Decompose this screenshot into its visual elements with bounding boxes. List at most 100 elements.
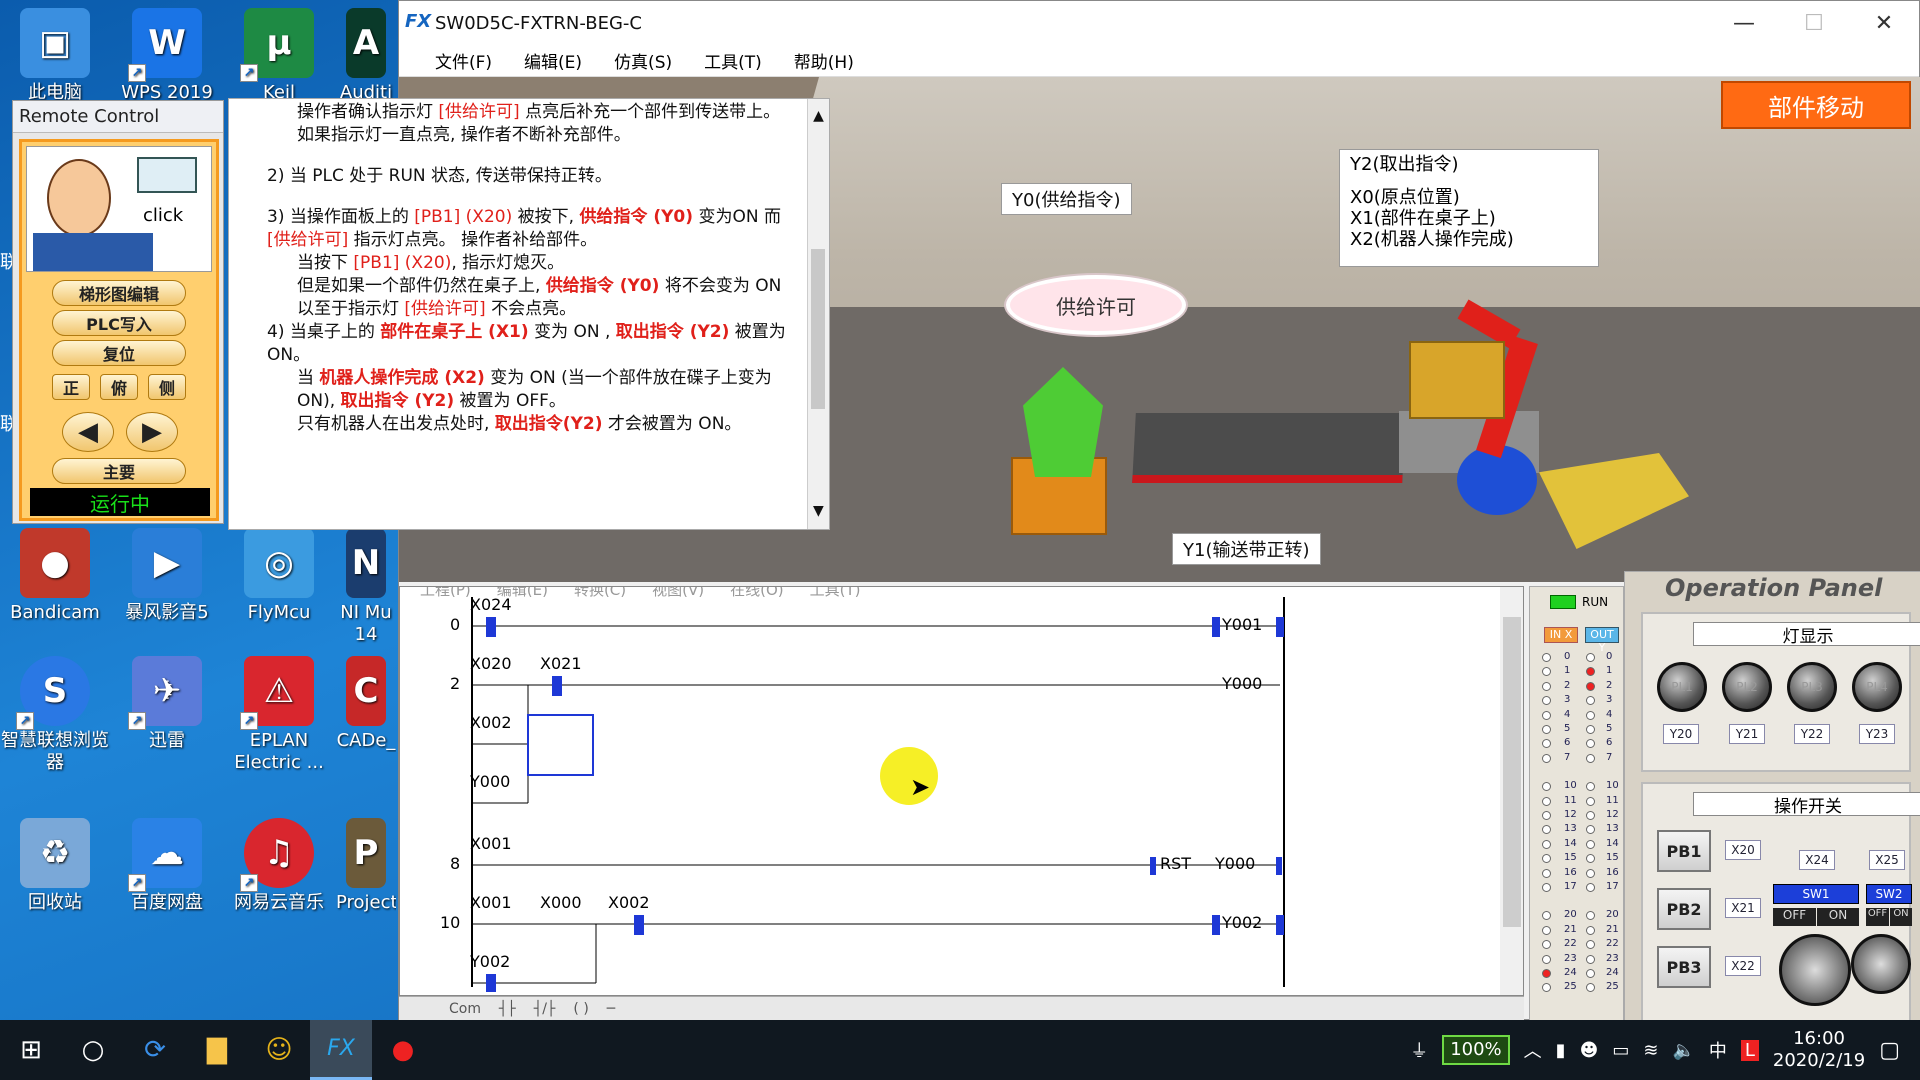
desktop-icon-lenovo-browser[interactable]: S ↗ 智慧联想浏览器	[0, 656, 110, 773]
contact-label[interactable]: X024	[470, 595, 512, 614]
search-button[interactable]: ○	[62, 1020, 124, 1080]
view-top-button[interactable]: 俯	[100, 374, 138, 400]
audition-icon: A	[346, 8, 386, 78]
coil-label[interactable]: Y000	[1215, 854, 1255, 873]
desktop-icon-cade[interactable]: C CADe_	[336, 656, 396, 752]
remote-control-title[interactable]: Remote Control	[13, 101, 223, 133]
ladder-edit-button[interactable]: 梯形图编辑	[52, 280, 186, 306]
next-view-button[interactable]: ▶	[126, 412, 178, 452]
line-tool-icon[interactable]: ─	[607, 1001, 615, 1017]
maximize-button[interactable]: ☐	[1779, 1, 1849, 45]
contact-label[interactable]: Y002	[470, 952, 510, 971]
tray-expand-icon[interactable]: ︿	[1524, 1037, 1542, 1063]
pb3-button[interactable]: PB3	[1657, 946, 1711, 988]
instruction-p4b: 当 机器人操作完成 (X2) 变为 ON (当一个部件放在碟子上变为 ON), …	[297, 367, 803, 413]
contact-label[interactable]: X001	[470, 834, 512, 853]
start-button[interactable]: ⊞	[0, 1020, 62, 1080]
contact-label[interactable]: X021	[540, 654, 582, 673]
pb1-button[interactable]: PB1	[1657, 830, 1711, 872]
desktop-icon-baofeng[interactable]: ▶ 暴风影音5	[112, 528, 222, 624]
instruction-text-span: 只有机器人在出发点处时,	[297, 414, 495, 434]
coil-label[interactable]: Y002	[1222, 913, 1262, 932]
out-index: 3	[1606, 694, 1613, 706]
clock[interactable]: 16:00 2020/2/19	[1773, 1028, 1865, 1073]
menu-file[interactable]: 文件(F)	[419, 48, 508, 73]
main-button[interactable]: 主要	[52, 458, 186, 484]
menu-edit[interactable]: 编辑(E)	[508, 48, 598, 73]
mic-icon[interactable]: ▮	[1556, 1040, 1566, 1061]
step-number: 2	[450, 674, 461, 693]
in-x-header: IN X	[1544, 627, 1578, 643]
out-led-icon	[1586, 796, 1595, 806]
pb2-button[interactable]: PB2	[1657, 888, 1711, 930]
contact-label[interactable]: X002	[608, 893, 650, 912]
desktop-icon-ni[interactable]: N NI Mu 14	[336, 528, 396, 645]
title-bar[interactable]: FX SW0D5C-FXTRN-BEG-C — ☐ ✕	[399, 1, 1919, 45]
menu-tools[interactable]: 工具(T)	[688, 48, 778, 73]
volume-icon[interactable]: 🔈	[1672, 1040, 1694, 1061]
sw1-label: SW1	[1773, 884, 1859, 904]
view-front-button[interactable]: 正	[52, 374, 90, 400]
ime-indicator[interactable]: 中	[1709, 1037, 1727, 1063]
menu-simulate[interactable]: 仿真(S)	[598, 48, 688, 73]
contact-label[interactable]: X020	[470, 654, 512, 673]
battery-icon[interactable]: ▭	[1612, 1040, 1629, 1061]
sw2-knob[interactable]	[1851, 934, 1911, 994]
desktop-icon-keil[interactable]: μ ↗ Keil	[224, 8, 334, 104]
desktop-icon-flymcu[interactable]: ◎ FlyMcu	[224, 528, 334, 624]
desktop-icon-netease-music[interactable]: ♫ ↗ 网易云音乐	[224, 818, 334, 914]
ladder-diagram-panel: 工程(P) 编辑(E) 转换(C) 视图(V) 在线(O) 工具(T) 0 2 …	[399, 586, 1524, 996]
contact-label[interactable]: X001	[470, 893, 512, 912]
part-move-button[interactable]: 部件移动	[1721, 81, 1911, 129]
desktop-icon-xunlei[interactable]: ✈ ↗ 迅雷	[112, 656, 222, 752]
io-row: 24 24	[1534, 967, 1622, 981]
desktop-icon-audition[interactable]: A Auditi	[336, 8, 396, 104]
contact-tool-icon[interactable]: ┤├	[499, 1001, 516, 1017]
contact-label[interactable]: Y000	[470, 772, 510, 791]
toolbar-com-button[interactable]: Com	[449, 1001, 481, 1017]
teacher-illustration: click	[26, 146, 212, 272]
io-status-panel: RUN IN X OUT Y 0 0 1 1 2 2 3 3 4 4 5 5 6 6 7 7 10 10 11 11 1…	[1529, 586, 1624, 1021]
prev-view-button[interactable]: ◀	[62, 412, 114, 452]
scroll-thumb[interactable]	[811, 249, 825, 409]
coil-tool-icon[interactable]: ( )	[573, 1001, 588, 1017]
qq-icon[interactable]: ☻	[1580, 1040, 1599, 1061]
minimize-button[interactable]: —	[1709, 1, 1779, 45]
close-button[interactable]: ✕	[1849, 1, 1919, 45]
taskbar-app[interactable]: ☺	[248, 1020, 310, 1080]
scroll-up-icon[interactable]: ▲	[808, 105, 829, 128]
desktop-icon-bandicam[interactable]: ● Bandicam	[0, 528, 110, 624]
contact-label[interactable]: X000	[540, 893, 582, 912]
bandicam-icon: ●	[20, 528, 90, 598]
notification-icon[interactable]: ▢	[1879, 1038, 1900, 1063]
desktop-icon-baidu-pan[interactable]: ☁ ↗ 百度网盘	[112, 818, 222, 914]
wifi-icon[interactable]: ≋	[1643, 1040, 1658, 1061]
contact-nc-tool-icon[interactable]: ┤/├	[534, 1001, 556, 1017]
sw1-knob[interactable]	[1779, 934, 1851, 1006]
coil-label[interactable]: Y001	[1222, 615, 1262, 634]
taskbar-explorer[interactable]: ▇	[186, 1020, 248, 1080]
desktop-icon-this-pc[interactable]: ▣ 此电脑	[0, 8, 110, 104]
battery-indicator[interactable]: 100%	[1442, 1035, 1510, 1065]
taskbar-browser[interactable]: ⟳	[124, 1020, 186, 1080]
reset-button[interactable]: 复位	[52, 340, 186, 366]
desktop-icon-project[interactable]: P Project	[336, 818, 396, 914]
in-led-icon	[1542, 811, 1551, 820]
desktop-icon-eplan[interactable]: ⚠ ↗ EPLAN Electric ...	[224, 656, 334, 773]
desktop-icon-wps[interactable]: W ↗ WPS 2019	[112, 8, 222, 104]
conveyor-belt	[1132, 413, 1406, 483]
menu-help[interactable]: 帮助(H)	[778, 48, 870, 73]
out-index: 1	[1606, 665, 1613, 677]
plc-write-button[interactable]: PLC写入	[52, 310, 186, 336]
instruction-text-span: 不会点亮。	[485, 299, 577, 319]
scroll-down-icon[interactable]: ▼	[813, 500, 824, 523]
contact-label[interactable]: X002	[470, 713, 512, 732]
lamp-section: 灯显示 PL1 PL2 PL3 PL4 Y20 Y21 Y22 Y23	[1641, 612, 1920, 772]
app-tray-icon[interactable]: L	[1740, 1039, 1759, 1061]
desktop-icon-recycle-bin[interactable]: ♻ 回收站	[0, 818, 110, 914]
taskbar-recorder[interactable]: ●	[372, 1020, 434, 1080]
taskbar-fx-trainer[interactable]: FX	[310, 1020, 372, 1080]
instruction-scrollbar[interactable]: ▲ ▼	[807, 99, 829, 529]
view-side-button[interactable]: 侧	[148, 374, 186, 400]
coil-label[interactable]: Y000	[1222, 674, 1262, 693]
